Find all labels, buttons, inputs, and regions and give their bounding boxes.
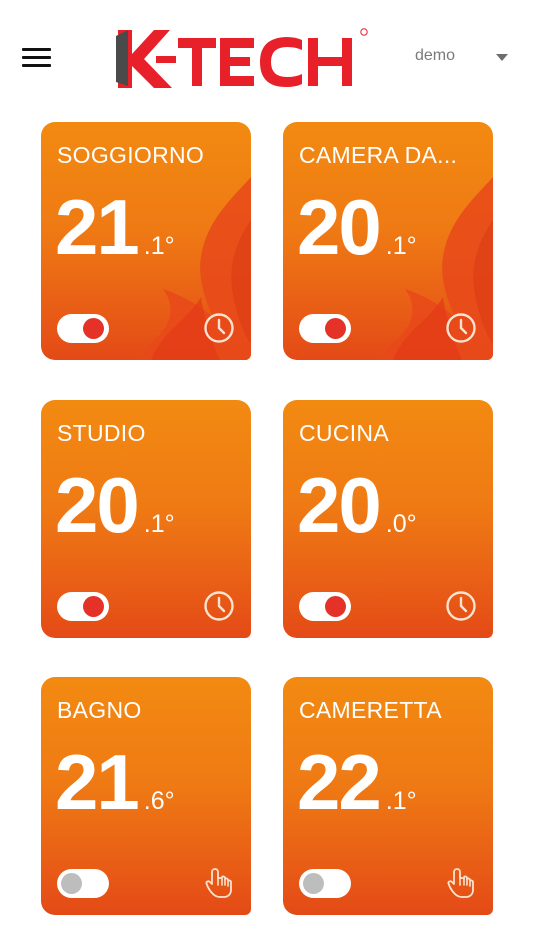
zone-temperature: 21.6° xyxy=(55,737,175,828)
temperature-decimal: .0° xyxy=(385,510,417,538)
schedule-clock-icon[interactable] xyxy=(443,588,479,624)
zone-name: CUCINA xyxy=(299,420,389,446)
schedule-clock-icon[interactable] xyxy=(443,310,479,346)
zone-temperature: 20.0° xyxy=(297,460,417,551)
zone-temperature: 20.1° xyxy=(55,460,175,551)
user-account-name[interactable]: demo xyxy=(415,47,455,65)
temperature-decimal: .1° xyxy=(143,232,175,260)
toggle-knob xyxy=(325,596,346,617)
toggle-knob xyxy=(325,318,346,339)
zone-name: CAMERETTA xyxy=(299,697,442,723)
zone-name: BAGNO xyxy=(57,697,142,723)
zone-card[interactable]: SOGGIORNO 21.1° xyxy=(41,122,251,360)
manual-hand-icon[interactable] xyxy=(443,865,479,901)
user-dropdown-caret-icon[interactable] xyxy=(496,54,508,61)
schedule-clock-icon[interactable] xyxy=(201,310,237,346)
app-header: demo xyxy=(0,0,534,110)
zone-name: CAMERA DA... xyxy=(299,142,458,168)
hamburger-menu-icon[interactable] xyxy=(22,46,52,70)
temperature-integer: 21 xyxy=(55,183,140,271)
temperature-integer: 20 xyxy=(297,183,382,271)
zone-name: STUDIO xyxy=(57,420,146,446)
zone-card[interactable]: CUCINA 20.0° xyxy=(283,400,493,638)
zone-power-toggle[interactable] xyxy=(299,592,351,621)
temperature-decimal: .1° xyxy=(385,232,417,260)
zone-card[interactable]: CAMERA DA... 20.1° xyxy=(283,122,493,360)
k-tech-logo xyxy=(116,28,368,88)
zone-card[interactable]: CAMERETTA 22.1° xyxy=(283,677,493,915)
manual-hand-icon[interactable] xyxy=(201,865,237,901)
temperature-decimal: .1° xyxy=(143,510,175,538)
zone-power-toggle[interactable] xyxy=(57,869,109,898)
toggle-knob xyxy=(61,873,82,894)
schedule-clock-icon[interactable] xyxy=(201,588,237,624)
zone-card[interactable]: BAGNO 21.6° xyxy=(41,677,251,915)
zone-temperature: 21.1° xyxy=(55,182,175,273)
zone-power-toggle[interactable] xyxy=(57,592,109,621)
zone-power-toggle[interactable] xyxy=(57,314,109,343)
temperature-integer: 22 xyxy=(297,738,382,826)
toggle-knob xyxy=(83,596,104,617)
temperature-integer: 20 xyxy=(55,461,140,549)
zone-temperature: 20.1° xyxy=(297,182,417,273)
temperature-integer: 20 xyxy=(297,461,382,549)
toggle-knob xyxy=(303,873,324,894)
temperature-integer: 21 xyxy=(55,738,140,826)
temperature-decimal: .6° xyxy=(143,787,175,815)
zone-power-toggle[interactable] xyxy=(299,869,351,898)
zone-temperature: 22.1° xyxy=(297,737,417,828)
temperature-decimal: .1° xyxy=(385,787,417,815)
zone-name: SOGGIORNO xyxy=(57,142,205,168)
zone-power-toggle[interactable] xyxy=(299,314,351,343)
toggle-knob xyxy=(83,318,104,339)
zone-card[interactable]: STUDIO 20.1° xyxy=(41,400,251,638)
